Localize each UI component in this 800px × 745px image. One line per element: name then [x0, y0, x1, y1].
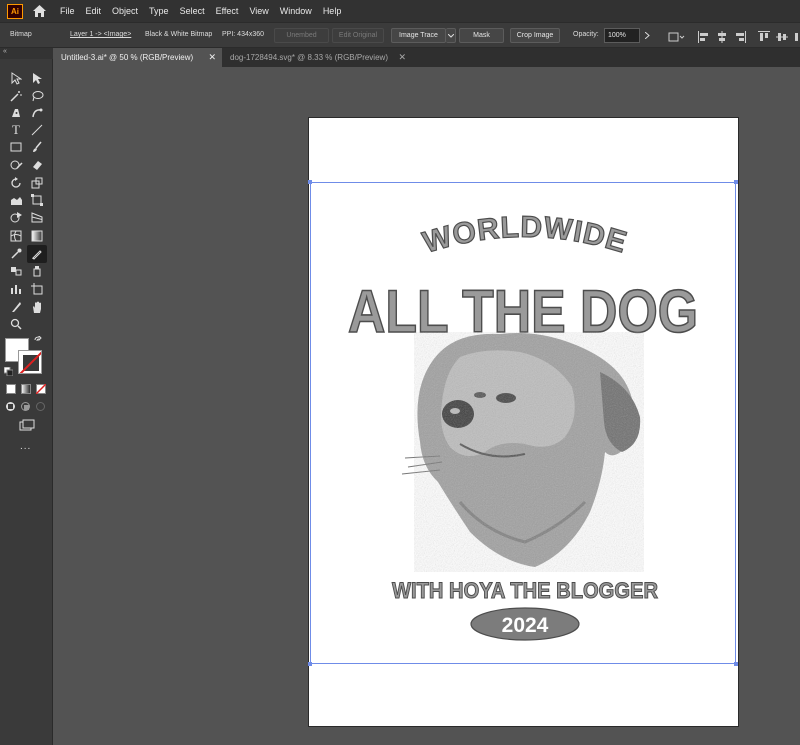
gradient-mode-icon[interactable]: [19, 382, 32, 395]
handle-top-right[interactable]: [734, 180, 738, 184]
opacity-chevron-icon[interactable]: [641, 28, 653, 43]
crop-image-button[interactable]: Crop Image: [510, 28, 560, 43]
curvature-tool-icon[interactable]: [28, 105, 46, 121]
menu-select[interactable]: Select: [180, 6, 205, 16]
symbol-sprayer-tool-icon[interactable]: [28, 263, 46, 279]
home-icon[interactable]: [29, 1, 49, 21]
unembed-button[interactable]: Unembed: [274, 28, 329, 43]
align-right-icon[interactable]: [734, 30, 746, 43]
free-transform-tool-icon[interactable]: [28, 192, 46, 208]
tab-dog-svg[interactable]: dog-1728494.svg* @ 8.33 % (RGB/Preview) …: [222, 48, 412, 67]
edit-original-button[interactable]: Edit Original: [332, 28, 384, 43]
mesh-tool-icon[interactable]: [7, 228, 25, 244]
handle-top-left[interactable]: [308, 180, 312, 184]
hand-tool-icon[interactable]: [28, 299, 46, 315]
opacity-input[interactable]: 100%: [604, 28, 640, 43]
handle-bottom-right[interactable]: [734, 662, 738, 666]
align-bottom-icon[interactable]: [793, 30, 800, 42]
default-colors-icon[interactable]: [3, 366, 13, 376]
menu-effect[interactable]: Effect: [216, 6, 239, 16]
tools-panel: « T ...: [0, 48, 53, 745]
pen-tool-icon[interactable]: [7, 105, 25, 121]
artboard-tool-icon[interactable]: [28, 281, 46, 297]
draw-behind-icon[interactable]: [19, 400, 32, 413]
image-trace-dropdown[interactable]: [446, 28, 456, 43]
panel-grip[interactable]: «: [0, 48, 53, 59]
selection-bounding-box[interactable]: [310, 182, 736, 664]
main-menu: File Edit Object Type Select Effect View…: [60, 6, 352, 16]
screen-mode-icon[interactable]: [17, 418, 37, 432]
handle-bottom-left[interactable]: [308, 662, 312, 666]
collapse-icon[interactable]: «: [3, 48, 7, 55]
control-bar: Bitmap Layer 1 -> <Image> Black & White …: [0, 22, 800, 48]
menu-help[interactable]: Help: [323, 6, 342, 16]
scale-tool-icon[interactable]: [28, 175, 46, 191]
lasso-tool-icon[interactable]: [28, 88, 46, 104]
selection-tool-icon[interactable]: [7, 70, 25, 86]
pencil-tool-icon[interactable]: [27, 245, 47, 263]
layer-path-link[interactable]: Layer 1 -> <Image>: [70, 31, 131, 38]
tab-label: Untitled-3.ai* @ 50 % (RGB/Preview): [61, 53, 194, 62]
stroke-swatch[interactable]: [18, 350, 42, 374]
align-center-icon[interactable]: [716, 30, 728, 43]
blend-tool-icon[interactable]: [7, 263, 25, 279]
direct-selection-tool-icon[interactable]: [28, 70, 46, 86]
rectangle-tool-icon[interactable]: [7, 139, 25, 155]
none-mode-icon[interactable]: [34, 382, 47, 395]
transform-icon[interactable]: [668, 30, 686, 42]
perspective-grid-tool-icon[interactable]: [28, 209, 46, 225]
align-middle-icon[interactable]: [776, 30, 788, 42]
align-left-icon[interactable]: [698, 30, 710, 43]
color-mode-icon[interactable]: [4, 382, 17, 395]
tab-label: dog-1728494.svg* @ 8.33 % (RGB/Preview): [230, 53, 388, 62]
rotate-tool-icon[interactable]: [7, 175, 25, 191]
zoom-tool-icon[interactable]: [7, 316, 25, 332]
shaper-tool-icon[interactable]: [7, 157, 25, 173]
close-icon[interactable]: ✕: [398, 52, 406, 63]
swap-colors-icon[interactable]: [33, 336, 45, 346]
color-mode-label: Black & White Bitmap: [145, 31, 213, 38]
menu-bar: Ai File Edit Object Type Select Effect V…: [0, 0, 800, 22]
align-top-icon[interactable]: [758, 30, 770, 42]
draw-normal-icon[interactable]: [4, 400, 17, 413]
chevron-down-icon: [447, 33, 454, 38]
menu-type[interactable]: Type: [149, 6, 169, 16]
eyedropper-tool-icon[interactable]: [7, 246, 25, 262]
ppi-label: PPI: 434x360: [222, 31, 265, 38]
slice-tool-icon[interactable]: [7, 299, 25, 315]
mask-button[interactable]: Mask: [459, 28, 504, 43]
menu-file[interactable]: File: [60, 6, 75, 16]
type-tool-icon[interactable]: T: [7, 122, 25, 138]
opacity-label: Opacity:: [573, 31, 599, 38]
selection-type-label: Bitmap: [10, 31, 32, 38]
menu-object[interactable]: Object: [112, 6, 138, 16]
menu-window[interactable]: Window: [280, 6, 312, 16]
more-tools-icon[interactable]: ...: [20, 441, 31, 452]
shape-builder-tool-icon[interactable]: [7, 209, 25, 225]
close-icon[interactable]: ✕: [208, 52, 216, 63]
image-trace-button[interactable]: Image Trace: [391, 28, 446, 43]
tab-untitled-3[interactable]: Untitled-3.ai* @ 50 % (RGB/Preview) ✕: [53, 48, 222, 67]
menu-view[interactable]: View: [249, 6, 268, 16]
menu-edit[interactable]: Edit: [86, 6, 102, 16]
width-tool-icon[interactable]: [7, 192, 25, 208]
column-graph-tool-icon[interactable]: [7, 281, 25, 297]
line-tool-icon[interactable]: [28, 122, 46, 138]
draw-inside-icon[interactable]: [34, 400, 47, 413]
magic-wand-tool-icon[interactable]: [7, 88, 25, 104]
gradient-tool-icon[interactable]: [28, 228, 46, 244]
eraser-tool-icon[interactable]: [28, 157, 46, 173]
paintbrush-tool-icon[interactable]: [28, 139, 46, 155]
app-logo[interactable]: Ai: [7, 3, 23, 19]
document-tab-bar: Untitled-3.ai* @ 50 % (RGB/Preview) ✕ do…: [53, 48, 800, 67]
